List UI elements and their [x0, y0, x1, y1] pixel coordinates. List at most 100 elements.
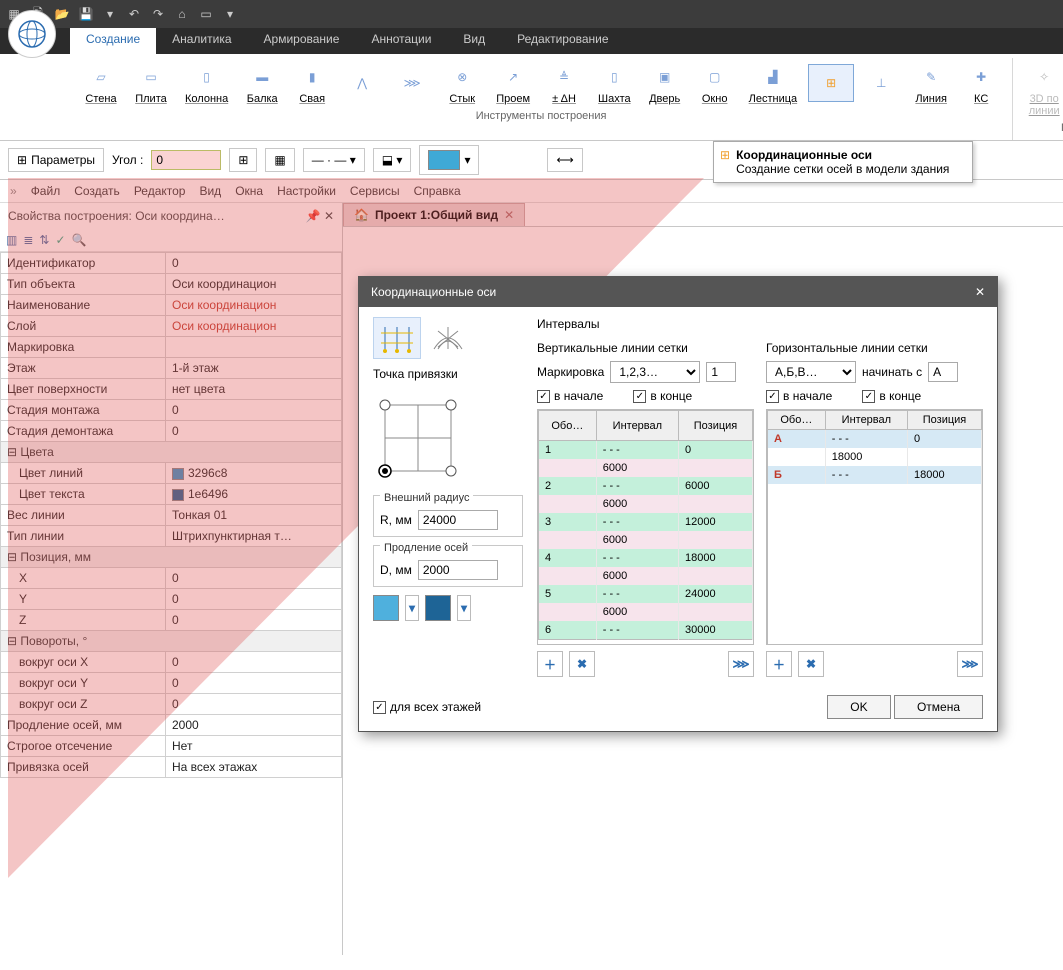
vert-end-check[interactable]: ✓в конце: [633, 389, 692, 403]
menu-settings[interactable]: Настройки: [277, 184, 336, 198]
color2-button[interactable]: [425, 595, 451, 621]
slab-button[interactable]: ▭Плита: [128, 58, 174, 108]
list-icon[interactable]: ≣: [23, 233, 33, 247]
tab-edit[interactable]: Редактирование: [501, 28, 624, 54]
dh-button[interactable]: ≜± ΔH: [541, 58, 587, 108]
title-bar: ▦ 🗎 📂 💾 ▾ ↶ ↷ ⌂ ▭ ▾: [0, 0, 1063, 28]
angle-input[interactable]: [151, 150, 221, 170]
intervals-label: Интервалы: [537, 317, 983, 331]
stair-button[interactable]: ▟Лестница: [742, 58, 805, 108]
close-icon[interactable]: ✕: [975, 285, 985, 299]
horiz-begin-check[interactable]: ✓в начале: [766, 389, 832, 403]
ribbon: ▱Стена ▭Плита ▯Колонна ▬Балка ▮Свая ⋀ ⋙ …: [0, 54, 1063, 141]
pile-button[interactable]: ▮Свая: [289, 58, 335, 108]
grid-mode1[interactable]: ⊞: [229, 148, 257, 172]
column-button[interactable]: ▯Колонна: [178, 58, 235, 108]
vert-delall-button[interactable]: ⋙: [728, 651, 754, 677]
horiz-table[interactable]: Обо…ИнтервалПозиция А- - -0 18000 Б- - -…: [767, 410, 982, 645]
redo-icon[interactable]: ↷: [148, 4, 168, 24]
menu-windows[interactable]: Окна: [235, 184, 263, 198]
vert-del-button[interactable]: ✖: [569, 651, 595, 677]
landing-button[interactable]: ⊥: [858, 64, 904, 102]
vert-marking-select[interactable]: 1,2,3…: [610, 361, 700, 383]
line-button[interactable]: ✎Линия: [908, 58, 954, 108]
cancel-button[interactable]: Отмена: [894, 695, 983, 719]
view-icon[interactable]: ▥: [6, 233, 17, 247]
vert-table[interactable]: Обо…ИнтервалПозиция 1- - -0 6000 2- - -6…: [538, 410, 753, 640]
ruler-icon[interactable]: ▭: [196, 4, 216, 24]
opening-button[interactable]: ↗Проем: [489, 58, 537, 108]
d-label: D, мм: [380, 563, 412, 577]
color1-button[interactable]: [373, 595, 399, 621]
undo-icon[interactable]: ↶: [124, 4, 144, 24]
extra2-button[interactable]: ⋙: [389, 64, 435, 102]
menu-help[interactable]: Справка: [414, 184, 461, 198]
ok-button[interactable]: OK: [827, 695, 890, 719]
horizontal-title: Горизонтальные линии сетки: [766, 341, 983, 355]
horiz-del-button[interactable]: ✖: [798, 651, 824, 677]
extra1-button[interactable]: ⋀: [339, 64, 385, 102]
document-tab[interactable]: 🏠 Проект 1:Общий вид ✕: [343, 203, 525, 226]
sort-icon[interactable]: ⇅: [39, 233, 49, 247]
all-floors-check[interactable]: ✓для всех этажей: [373, 700, 481, 714]
ortho-grid-button[interactable]: [373, 317, 421, 359]
params-button[interactable]: ⊞ Параметры: [8, 148, 104, 172]
check-icon[interactable]: ✓: [55, 233, 65, 247]
vert-add-button[interactable]: ＋: [537, 651, 563, 677]
search-icon[interactable]: 🔍: [72, 233, 87, 247]
ks-button[interactable]: ✚КС: [958, 58, 1004, 108]
save-icon[interactable]: 💾: [76, 4, 96, 24]
grid-mode2[interactable]: ▦: [265, 148, 294, 172]
window-button[interactable]: ▢Окно: [692, 58, 738, 108]
d-input[interactable]: [418, 560, 498, 580]
tab-create[interactable]: Создание: [70, 28, 156, 54]
r-input[interactable]: [418, 510, 498, 530]
grid-button[interactable]: ⊞: [808, 64, 854, 102]
dim-button[interactable]: ⟷: [547, 148, 582, 172]
linestyle-select[interactable]: — · — ▾: [303, 148, 365, 172]
vert-begin-check[interactable]: ✓в начале: [537, 389, 603, 403]
menu-bar: » Файл Создать Редактор Вид Окна Настрой…: [0, 180, 1063, 203]
anchor-select[interactable]: ⬓ ▾: [373, 148, 412, 172]
house-icon[interactable]: ⌂: [172, 4, 192, 24]
radial-grid-button[interactable]: [424, 317, 472, 359]
vertical-section: Вертикальные линии сетки Маркировка 1,2,…: [537, 341, 754, 677]
color-select[interactable]: ▾: [419, 145, 479, 175]
horiz-add-button[interactable]: ＋: [766, 651, 792, 677]
horiz-delall-button[interactable]: ⋙: [957, 651, 983, 677]
anchor-grid[interactable]: [373, 393, 463, 483]
menu-view[interactable]: Вид: [199, 184, 221, 198]
door-button[interactable]: ▣Дверь: [642, 58, 688, 108]
grid-icon: ⊞: [17, 153, 27, 167]
line3d-button[interactable]: ✧3D по линии: [1021, 58, 1063, 120]
shaft-button[interactable]: ▯Шахта: [591, 58, 638, 108]
more-icon[interactable]: ▾: [220, 4, 240, 24]
horiz-end-check[interactable]: ✓в конце: [862, 389, 921, 403]
pin-icon[interactable]: 📌: [306, 209, 321, 223]
angle-label: Угол :: [112, 153, 143, 167]
color2-dropdown[interactable]: ▾: [457, 595, 471, 621]
tab-reinforce[interactable]: Армирование: [248, 28, 356, 54]
open-icon[interactable]: 📂: [52, 4, 72, 24]
color1-dropdown[interactable]: ▾: [405, 595, 419, 621]
menu-file[interactable]: Файл: [31, 184, 61, 198]
menu-editor[interactable]: Редактор: [134, 184, 186, 198]
menu-create[interactable]: Создать: [74, 184, 120, 198]
tab-analytics[interactable]: Аналитика: [156, 28, 247, 54]
menu-services[interactable]: Сервисы: [350, 184, 400, 198]
wall-button[interactable]: ▱Стена: [78, 58, 124, 108]
vert-start-input[interactable]: [706, 362, 736, 382]
tab-annotate[interactable]: Аннотации: [355, 28, 447, 54]
close-icon[interactable]: ✕: [324, 209, 334, 223]
marking-label: Маркировка: [537, 365, 604, 379]
options-bar: ⊞ Параметры Угол : ⊞ ▦ — · — ▾ ⬓ ▾ ▾ ⟷ ⊞…: [0, 141, 1063, 180]
app-logo[interactable]: [8, 10, 56, 58]
joint-button[interactable]: ⊗Стык: [439, 58, 485, 108]
horiz-start-input[interactable]: [928, 362, 958, 382]
menu-expand-icon[interactable]: »: [10, 184, 17, 198]
horiz-marking-select[interactable]: А,Б,В…: [766, 361, 856, 383]
close-icon[interactable]: ✕: [504, 208, 514, 222]
tab-view[interactable]: Вид: [447, 28, 501, 54]
dropdown-icon[interactable]: ▾: [100, 4, 120, 24]
beam-button[interactable]: ▬Балка: [239, 58, 285, 108]
